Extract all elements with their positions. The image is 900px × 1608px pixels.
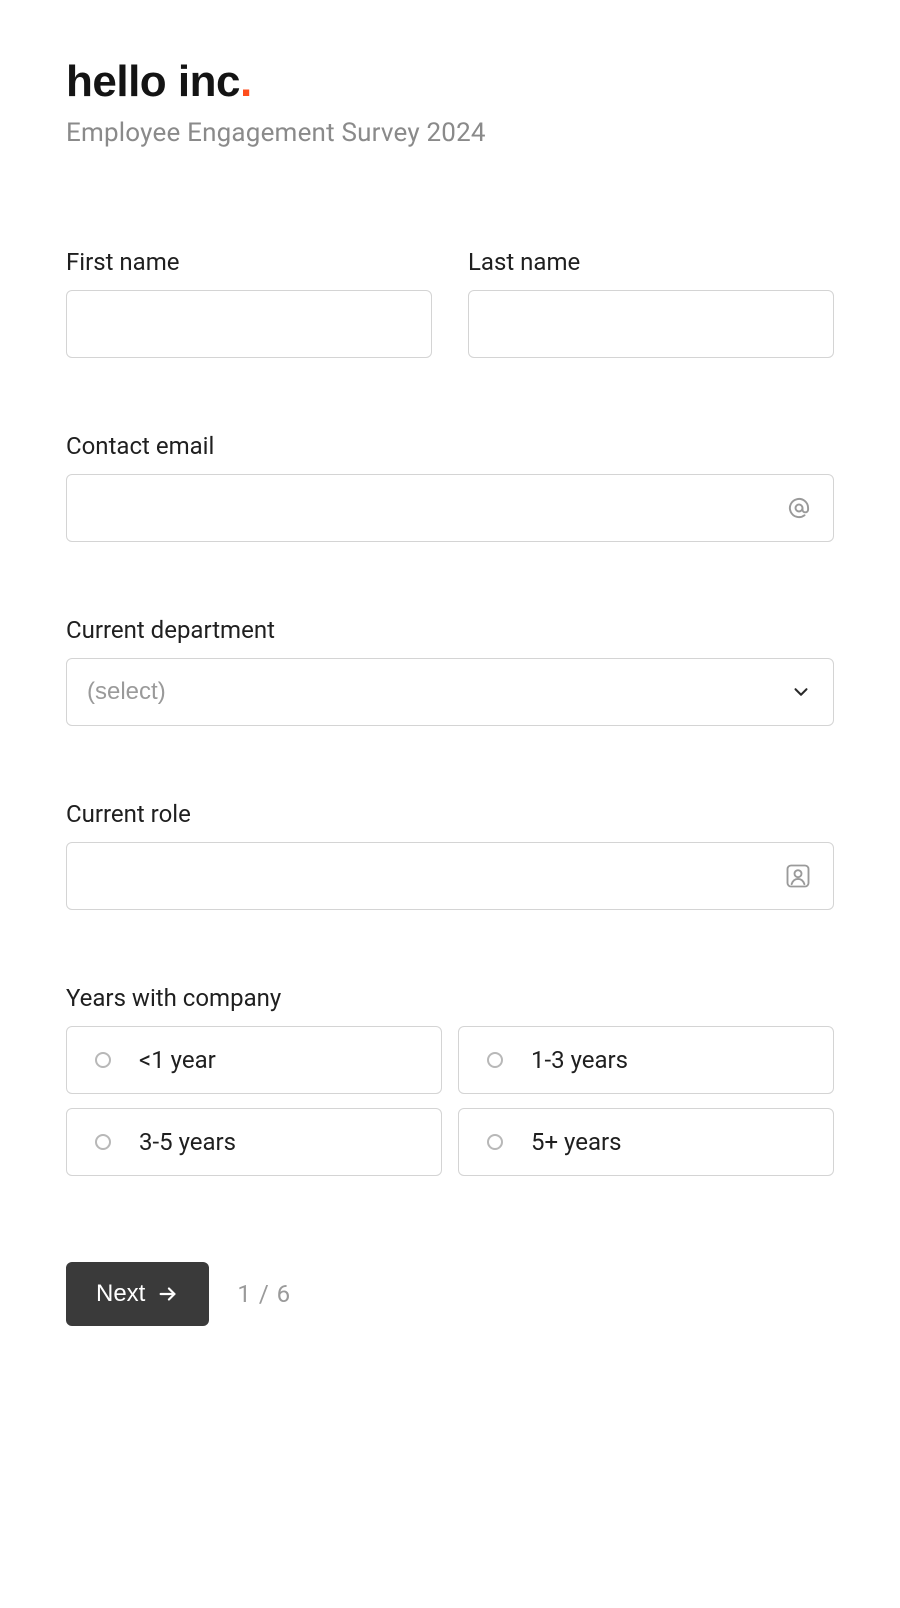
- contact-email-input[interactable]: [66, 474, 834, 542]
- next-button-label: Next: [96, 1280, 145, 1308]
- tenure-option-lt1[interactable]: <1 year: [66, 1026, 442, 1094]
- brand-logo: hello inc.: [66, 60, 834, 104]
- arrow-right-icon: [157, 1283, 179, 1305]
- radio-icon: [487, 1052, 503, 1068]
- user-icon: [784, 862, 812, 890]
- brand-dot: .: [240, 57, 252, 106]
- contact-email-label: Contact email: [66, 432, 834, 460]
- first-name-input[interactable]: [66, 290, 432, 358]
- radio-icon: [95, 1134, 111, 1150]
- page-indicator: 1 / 6: [237, 1280, 291, 1308]
- page-sep: /: [252, 1280, 277, 1308]
- tenure-option-label: 5+ years: [531, 1128, 622, 1156]
- first-name-label: First name: [66, 248, 432, 276]
- page-total: 6: [277, 1280, 292, 1308]
- role-input[interactable]: [66, 842, 834, 910]
- tenure-option-1-3[interactable]: 1-3 years: [458, 1026, 834, 1094]
- tenure-label: Years with company: [66, 984, 834, 1012]
- page-current: 1: [237, 1280, 252, 1308]
- at-sign-icon: [786, 495, 812, 521]
- department-label: Current department: [66, 616, 834, 644]
- page-subtitle: Employee Engagement Survey 2024: [66, 118, 834, 148]
- radio-icon: [487, 1134, 503, 1150]
- tenure-option-3-5[interactable]: 3-5 years: [66, 1108, 442, 1176]
- tenure-option-label: <1 year: [139, 1046, 216, 1074]
- chevron-down-icon: [790, 681, 812, 703]
- tenure-option-label: 3-5 years: [139, 1128, 236, 1156]
- next-button[interactable]: Next: [66, 1262, 209, 1326]
- department-select[interactable]: (select): [66, 658, 834, 726]
- role-label: Current role: [66, 800, 834, 828]
- radio-icon: [95, 1052, 111, 1068]
- department-select-placeholder: (select): [87, 678, 166, 706]
- tenure-option-5plus[interactable]: 5+ years: [458, 1108, 834, 1176]
- last-name-label: Last name: [468, 248, 834, 276]
- tenure-option-label: 1-3 years: [531, 1046, 628, 1074]
- last-name-input[interactable]: [468, 290, 834, 358]
- brand-name: hello inc: [66, 57, 240, 106]
